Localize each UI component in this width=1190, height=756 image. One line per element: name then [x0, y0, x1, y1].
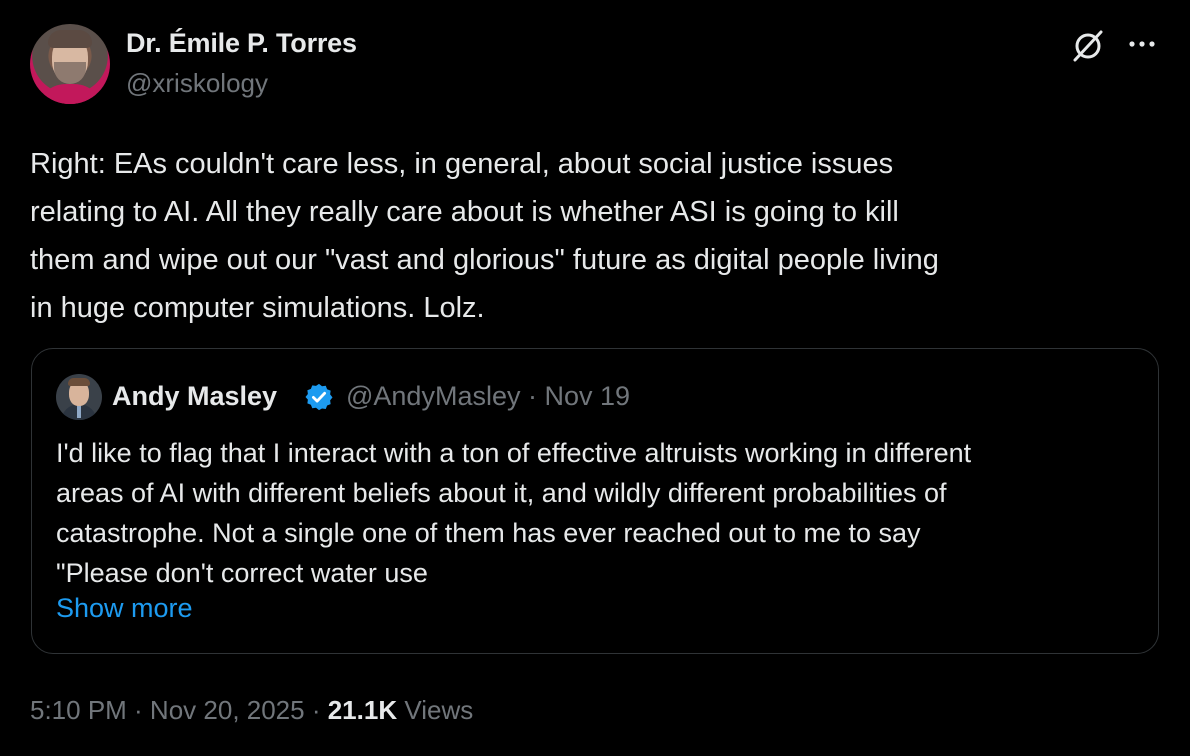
avatar-hair [48, 30, 92, 48]
avatar-hair [68, 378, 90, 386]
show-more-link[interactable]: Show more [56, 593, 193, 624]
tweet-meta: 5:10 PM · Nov 20, 2025 · 21.1K Views [30, 695, 473, 726]
quoted-author-handle-date[interactable]: @AndyMasley · Nov 19 [346, 381, 630, 412]
avatar-beard [54, 62, 86, 84]
verified-badge-icon [305, 383, 333, 411]
quoted-author-name[interactable]: Andy Masley [112, 381, 277, 412]
avatar-shirt [36, 84, 104, 104]
more-icon[interactable] [1126, 30, 1158, 58]
author-avatar[interactable] [30, 24, 110, 104]
tweet-text: Right: EAs couldn't care less, in genera… [30, 148, 939, 324]
author-display-name[interactable]: Dr. Émile P. Torres [126, 28, 357, 59]
author-handle[interactable]: @xriskology [126, 68, 268, 99]
views-label: Views [404, 695, 474, 725]
quoted-tweet-card[interactable]: Andy Masley @AndyMasley · Nov 19 I'd lik… [31, 348, 1159, 654]
timestamp[interactable]: 5:10 PM · Nov 20, 2025 · [30, 695, 328, 725]
views-count: 21.1K [327, 695, 398, 725]
grok-icon[interactable] [1070, 28, 1106, 64]
avatar-tie [77, 404, 81, 418]
quoted-tweet-text: I'd like to flag that I interact with a … [56, 438, 972, 588]
quoted-author-avatar[interactable] [56, 374, 102, 420]
